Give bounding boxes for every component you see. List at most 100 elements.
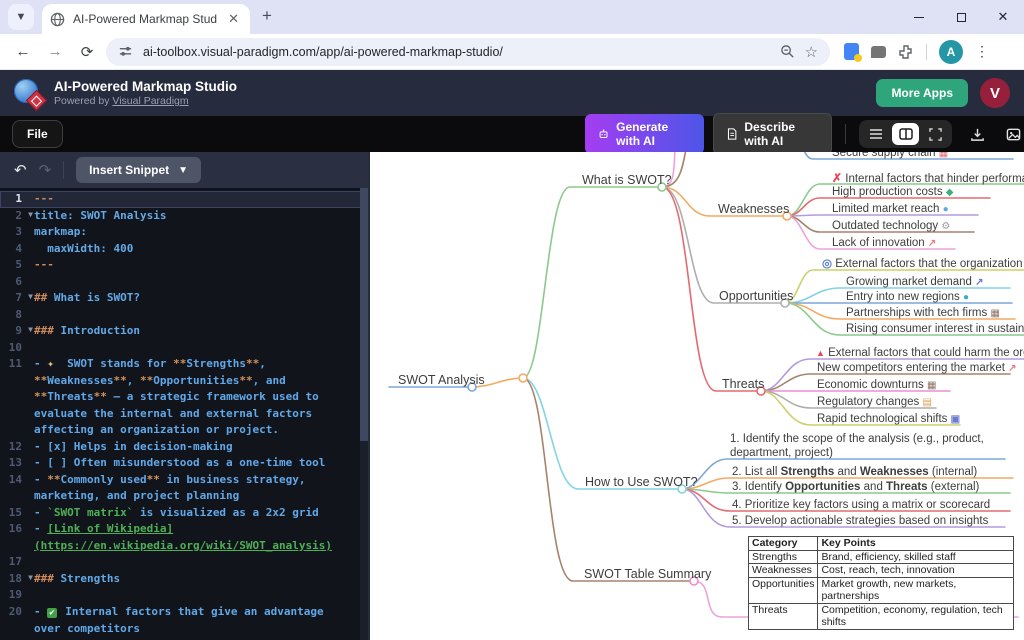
node-lack-of-innovation[interactable]: Lack of innovation ↗ [832, 236, 936, 251]
insert-snippet-button[interactable]: Insert Snippet▼ [76, 157, 201, 183]
editor-line[interactable]: 1--- [0, 191, 368, 208]
new-tab-button[interactable]: + [262, 6, 272, 26]
window-close-button[interactable]: ✕ [982, 0, 1024, 34]
node-opportunities-desc[interactable]: ◎ External factors that the organization… [822, 257, 1024, 271]
brand-badge[interactable]: V [980, 78, 1010, 108]
editor-line[interactable]: 20- ✔ Internal factors that give an adva… [0, 604, 368, 638]
reload-button[interactable]: ⟳ [74, 39, 100, 65]
table-row: StrengthsBrand, efficiency, skilled staf… [749, 550, 1014, 564]
redo-icon[interactable]: ↷ [39, 161, 52, 179]
editor-line[interactable]: 13- [ ] Often misunderstood as a one-tim… [0, 455, 368, 472]
tab-search-button[interactable]: ▼ [8, 4, 34, 30]
fold-chevron-icon[interactable]: ▼ [28, 207, 33, 224]
label-text: 5. Develop actionable strategies based o… [732, 515, 988, 527]
node-rapid-tech-shifts[interactable]: Rapid technological shifts ▣ [817, 412, 960, 427]
editor-line[interactable]: 16- [Link of Wikipedia](https://en.wikip… [0, 521, 368, 554]
node-step-4[interactable]: 4. Prioritize key factors using a matrix… [732, 498, 990, 512]
node-entry-new-regions[interactable]: Entry into new regions ● [846, 290, 969, 305]
visual-paradigm-link[interactable]: Visual Paradigm [112, 95, 188, 107]
node-how-to-use-swot[interactable]: How to Use SWOT? [585, 475, 698, 489]
editor-line[interactable]: 19 [0, 587, 368, 604]
editor-line[interactable]: 8 [0, 307, 368, 324]
menu-kebab-icon[interactable]: ⋮ [975, 43, 989, 60]
code-text [34, 307, 368, 324]
editor-lines[interactable]: 1---2▼title: SWOT Analysis3markmap:4 max… [0, 188, 368, 640]
node-threats[interactable]: Threats [722, 377, 764, 391]
extensions-puzzle-icon[interactable] [898, 44, 914, 60]
window-minimize-button[interactable] [898, 0, 940, 34]
split-view-icon [899, 128, 913, 140]
node-swot-table-summary[interactable]: SWOT Table Summary [584, 567, 711, 581]
node-step-1[interactable]: 1. Identify the scope of the analysis (e… [730, 432, 1012, 460]
editor-line[interactable]: 14- **Commonly used** in business strate… [0, 472, 368, 505]
editor-view-button[interactable] [862, 123, 889, 145]
node-swot-analysis[interactable]: SWOT Analysis [398, 373, 485, 387]
editor-line[interactable]: 4 maxWidth: 400 [0, 241, 368, 258]
node-what-is-swot[interactable]: What is SWOT? [582, 173, 672, 187]
site-settings-icon[interactable] [118, 44, 133, 59]
editor-line[interactable]: 2▼title: SWOT Analysis [0, 208, 368, 225]
browser-tab[interactable]: AI-Powered Markmap Studio ✕ [42, 4, 250, 34]
bookmark-star-icon[interactable]: ☆ [805, 43, 818, 61]
rocket-emoji: ↗ [928, 238, 936, 249]
editor-line[interactable]: 10 [0, 340, 368, 357]
node-weaknesses[interactable]: Weaknesses [718, 202, 789, 216]
generate-with-ai-button[interactable]: Generate with AI [585, 114, 704, 154]
file-menu-button[interactable]: File [12, 120, 63, 148]
editor-line[interactable]: 7▼## What is SWOT? [0, 290, 368, 307]
fold-chevron-icon[interactable]: ▼ [28, 570, 33, 587]
list-view-icon [869, 128, 883, 140]
markmap-panel[interactable]: markmap [370, 152, 1024, 640]
node-step-2[interactable]: 2. List all Strengths and Weaknesses (in… [732, 465, 977, 479]
fullscreen-view-button[interactable] [922, 123, 949, 145]
node-step-3[interactable]: 3. Identify Opportunities and Threats (e… [732, 480, 979, 494]
editor-line[interactable]: 9▼### Introduction [0, 323, 368, 340]
code-token: ** [140, 374, 153, 387]
editor-scrollbar[interactable] [360, 188, 368, 640]
address-bar[interactable]: ai-toolbox.visual-paradigm.com/app/ai-po… [106, 38, 830, 66]
node-limited-market-reach[interactable]: Limited market reach ● [832, 202, 949, 217]
editor-line[interactable]: 15- `SWOT matrix` is visualized as a 2x2… [0, 505, 368, 522]
node-new-competitors[interactable]: New competitors entering the market ↗ [817, 361, 1017, 376]
line-number: 19 [9, 588, 22, 601]
editor-line[interactable]: 3markmap: [0, 224, 368, 241]
undo-icon[interactable]: ↶ [14, 161, 27, 179]
split-view-button[interactable] [892, 123, 919, 145]
node-threats-desc[interactable]: ▲ External factors that could harm the o… [816, 346, 1024, 360]
editor-line[interactable]: 12- [x] Helps in decision-making [0, 439, 368, 456]
back-button[interactable]: ← [10, 39, 36, 65]
window-maximize-button[interactable] [940, 0, 982, 34]
url-text[interactable]: ai-toolbox.visual-paradigm.com/app/ai-po… [143, 45, 770, 59]
download-button[interactable] [967, 121, 988, 147]
editor-line[interactable]: 11- ✦ SWOT stands for **Strengths**, **W… [0, 356, 368, 439]
profile-avatar[interactable]: A [939, 40, 963, 64]
export-image-button[interactable] [1003, 121, 1024, 147]
node-economic-downturns[interactable]: Economic downturns ▦ [817, 378, 936, 393]
editor-line[interactable]: 17 [0, 554, 368, 571]
scrollbar-thumb[interactable] [360, 188, 368, 441]
tab-close-icon[interactable]: ✕ [225, 11, 242, 27]
describe-with-ai-button[interactable]: Describe with AI [713, 113, 832, 155]
line-number: 14 [9, 473, 22, 486]
node-partnerships-tech-firms[interactable]: Partnerships with tech firms ▦ [846, 306, 1000, 321]
node-opportunities[interactable]: Opportunities [719, 289, 793, 303]
editor-line[interactable]: 18▼### Strengths [0, 571, 368, 588]
node-growing-market-demand[interactable]: Growing market demand ↗ [846, 275, 984, 290]
node-weaknesses-desc[interactable]: ✗ Internal factors that hinder performan… [832, 171, 1024, 186]
docs-extension-icon[interactable] [844, 43, 859, 60]
more-apps-button[interactable]: More Apps [876, 79, 968, 107]
node-step-5[interactable]: 5. Develop actionable strategies based o… [732, 514, 988, 528]
node-circle-junction[interactable] [519, 374, 527, 382]
node-rising-consumer-interest[interactable]: Rising consumer interest in sustainabili… [846, 322, 1024, 336]
editor-line[interactable]: 6 [0, 274, 368, 291]
node-high-production-costs[interactable]: High production costs ◆ [832, 185, 954, 200]
node-regulatory-changes[interactable]: Regulatory changes ▤ [817, 395, 932, 410]
zoom-icon[interactable] [780, 44, 795, 59]
editor-line[interactable]: 5--- [0, 257, 368, 274]
comment-icon[interactable] [871, 46, 886, 58]
forward-button[interactable]: → [42, 39, 68, 65]
fold-chevron-icon[interactable]: ▼ [28, 322, 33, 339]
node-secure-supply-chain[interactable]: Secure supply chain ▦ [832, 152, 948, 161]
fold-chevron-icon[interactable]: ▼ [28, 289, 33, 306]
node-outdated-technology[interactable]: Outdated technology ⚙ [832, 219, 950, 234]
